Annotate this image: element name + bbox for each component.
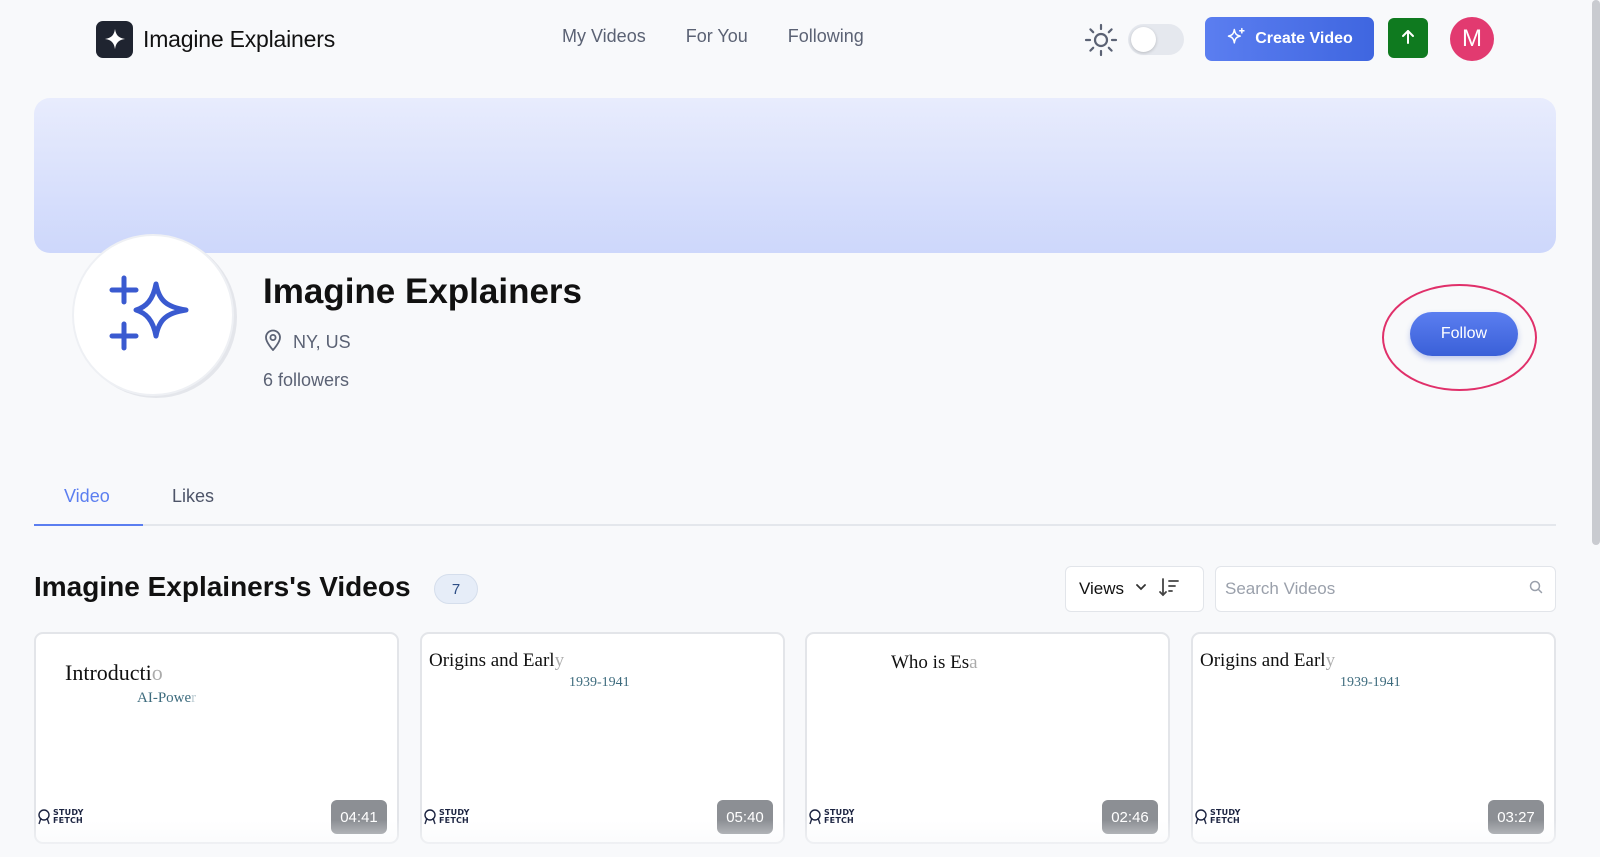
video-card-title: Introductio	[65, 660, 163, 685]
video-card-subtitle: 1939-1941	[1340, 675, 1401, 690]
theme-toggle[interactable]	[1128, 24, 1184, 55]
video-duration: 05:40	[717, 800, 773, 834]
nav-for-you[interactable]: For You	[686, 26, 748, 47]
tab-video[interactable]: Video	[64, 486, 110, 507]
profile-picture	[72, 234, 234, 396]
sun-icon[interactable]	[1083, 22, 1119, 58]
user-avatar[interactable]: M	[1450, 17, 1494, 61]
video-duration: 02:46	[1102, 800, 1158, 834]
nav-my-videos[interactable]: My Videos	[562, 26, 646, 47]
sort-descending-icon[interactable]	[1158, 576, 1180, 603]
videos-heading: Imagine Explainers's Videos	[34, 571, 411, 602]
top-navbar: Imagine Explainers My Videos For You Fol…	[0, 0, 1600, 78]
search-input[interactable]	[1225, 579, 1529, 599]
create-video-button[interactable]: Create Video	[1205, 17, 1374, 61]
location-text: NY, US	[293, 332, 351, 352]
video-card-title: Origins and Early	[429, 650, 565, 671]
video-duration: 03:27	[1488, 800, 1544, 834]
video-card[interactable]: Who is Esa STUDY FETCH 02:46	[805, 632, 1170, 844]
follow-button[interactable]: Follow	[1410, 312, 1518, 356]
study-fetch-logo-icon: STUDY FETCH	[424, 809, 470, 825]
search-icon[interactable]	[1529, 580, 1543, 599]
video-grid: Introductio AI-Power STUDY FETCH 04:41 Or…	[34, 632, 1556, 857]
sparkle-logo-icon	[96, 20, 133, 58]
video-card[interactable]: Introductio AI-Power STUDY FETCH 04:41	[34, 632, 399, 844]
sparkle-icon	[1226, 27, 1246, 52]
brand[interactable]: Imagine Explainers	[96, 20, 335, 58]
video-card-title: Who is Esa	[891, 652, 978, 673]
main-nav: My Videos For You Following	[562, 26, 864, 47]
sort-label: Views	[1079, 579, 1125, 598]
arrow-up-icon	[1399, 28, 1417, 49]
toggle-knob	[1131, 27, 1156, 52]
profile-tabs: Video Likes	[34, 474, 1556, 526]
profile-name: Imagine Explainers	[263, 272, 583, 311]
profile-location: NY, US	[263, 329, 351, 356]
search-box	[1215, 566, 1556, 612]
study-fetch-logo-icon: STUDY FETCH	[809, 809, 855, 825]
study-fetch-logo-icon: STUDY FETCH	[1195, 809, 1241, 825]
video-card-subtitle: 1939-1941	[569, 675, 630, 690]
video-card-title: Origins and Early	[1200, 650, 1336, 671]
video-duration: 04:41	[331, 800, 387, 834]
active-tab-indicator	[34, 524, 143, 526]
nav-following[interactable]: Following	[788, 26, 864, 47]
upload-button[interactable]	[1388, 18, 1428, 58]
sort-select[interactable]: Views	[1065, 566, 1204, 612]
followers-count: 6 followers	[263, 370, 350, 390]
sparkles-icon	[108, 268, 198, 363]
tab-likes[interactable]: Likes	[172, 486, 214, 507]
location-pin-icon	[263, 329, 283, 356]
create-video-label: Create Video	[1255, 30, 1353, 47]
video-card-subtitle: AI-Power	[137, 690, 197, 706]
page-scrollbar[interactable]	[1592, 0, 1600, 545]
video-count-badge: 7	[434, 574, 478, 604]
video-card[interactable]: Origins and Early 1939-1941 STUDY FETCH 0…	[1191, 632, 1556, 844]
profile-banner	[34, 98, 1556, 253]
brand-name: Imagine Explainers	[143, 25, 336, 52]
study-fetch-logo-icon: STUDY FETCH	[38, 809, 84, 825]
chevron-down-icon	[1134, 580, 1148, 599]
video-card[interactable]: Origins and Early 1939-1941 STUDY FETCH 0…	[420, 632, 785, 844]
